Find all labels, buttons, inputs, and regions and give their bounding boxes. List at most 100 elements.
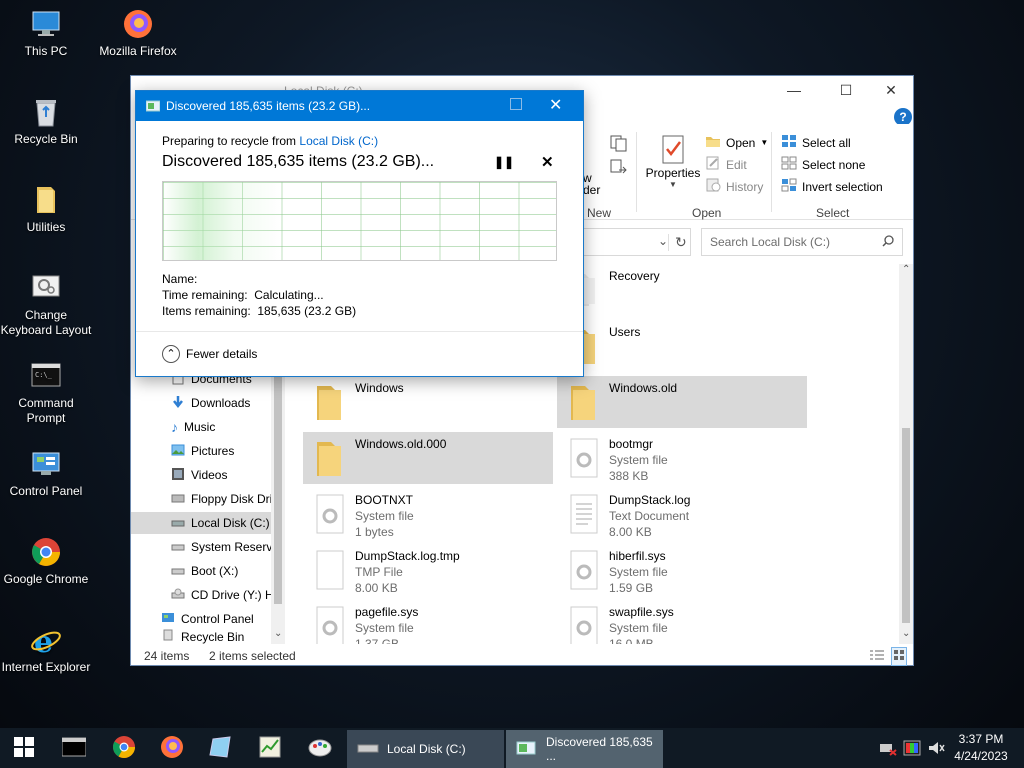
file-item-users[interactable]: Users [557, 320, 807, 372]
file-item-hiberfil-sys[interactable]: hiberfil.sys System file 1.59 GB [557, 544, 807, 596]
file-name: BOOTNXT [355, 493, 414, 507]
desktop-icon-google-chrome[interactable]: Google Chrome [0, 536, 92, 587]
desktop-icon-label: Mozilla Firefox [99, 44, 177, 58]
desktop-icon-label: Internet Explorer [1, 660, 91, 674]
source-link[interactable]: Local Disk (C:) [299, 134, 378, 148]
select-none-button[interactable]: Select none [781, 156, 865, 173]
desktop-icon-control-panel[interactable]: Control Panel [0, 448, 92, 499]
search-input[interactable]: Search Local Disk (C:) [701, 228, 903, 256]
taskbar-app-window[interactable] [196, 728, 244, 768]
taskbar-task-local-disk[interactable]: Local Disk (C:) [347, 730, 504, 768]
copy-to-icon[interactable] [609, 134, 629, 152]
desktop-icon-this-pc[interactable]: This PC [0, 8, 92, 59]
large-icons-view-icon[interactable] [891, 647, 907, 666]
maximize-button[interactable] [510, 98, 522, 110]
minimize-button[interactable]: — [771, 76, 817, 106]
desktop-icon-utilities[interactable]: Utilities [0, 184, 92, 235]
nav-item-label: Boot (X:) [191, 564, 239, 578]
nav-item-label: Control Panel [181, 612, 254, 626]
properties-button[interactable]: Properties ▼ [645, 134, 701, 189]
address-bar[interactable]: ⌄ ↻ [581, 228, 691, 256]
file-type: System file [355, 509, 414, 523]
ribbon-group-open: Open [692, 206, 722, 220]
file-item-bootnxt[interactable]: BOOTNXT System file 1 bytes [303, 488, 553, 540]
recycle-bin-icon [30, 96, 62, 128]
desktop-icon-firefox[interactable]: Mozilla Firefox [92, 8, 184, 59]
maximize-button[interactable]: ☐ [823, 76, 869, 106]
desktop-icon-command-prompt[interactable]: C:\_ Command Prompt [0, 360, 92, 426]
select-all-button[interactable]: Select all [781, 134, 851, 151]
internet-explorer-icon: e [30, 624, 62, 660]
new-folder-button[interactable]: w der [583, 172, 600, 196]
taskbar-task-recycle-progress[interactable]: Discovered 185,635 ... [506, 730, 663, 768]
file-item-dumpstack-log-tmp[interactable]: DumpStack.log.tmp TMP File 8.00 KB [303, 544, 553, 596]
file-item-windows-old[interactable]: Windows.old [557, 376, 807, 428]
taskbar-chrome[interactable] [100, 728, 148, 768]
dialog-titlebar[interactable]: Discovered 185,635 items (23.2 GB)... ✕ [136, 91, 583, 121]
nav-item-label: Pictures [191, 444, 235, 458]
nav-item-music[interactable]: ♪ Music [131, 416, 271, 438]
file-item-swapfile-sys[interactable]: swapfile.sys System file 16.0 MB [557, 600, 807, 644]
file-item-bootmgr[interactable]: bootmgr System file 388 KB [557, 432, 807, 484]
preparing-text: Preparing to recycle from [162, 134, 300, 148]
desktop-icon-internet-explorer[interactable]: e Internet Explorer [0, 624, 92, 675]
file-item-recovery[interactable]: Recovery [557, 264, 807, 316]
pause-button[interactable]: ❚❚ [494, 155, 514, 171]
taskbar-firefox[interactable] [148, 728, 196, 768]
desktop-icon-recycle-bin[interactable]: Recycle Bin [0, 96, 92, 147]
nav-item-cd-drive[interactable]: CD Drive (Y:) H [131, 584, 271, 606]
paint-icon [307, 735, 333, 762]
nav-scrollbar-thumb[interactable] [274, 354, 282, 604]
nav-item-downloads[interactable]: Downloads [131, 392, 271, 414]
file-name: Windows.old [609, 381, 678, 395]
network-status-icon[interactable] [876, 728, 900, 768]
nav-item-floppy-disk[interactable]: Floppy Disk Dri [131, 488, 271, 510]
nav-item-system-reserved[interactable]: System Reserve [131, 536, 271, 558]
ribbon-divider [771, 132, 772, 212]
file-scrollbar-thumb[interactable] [902, 428, 910, 623]
display-color-icon[interactable] [900, 728, 924, 768]
taskbar-command-prompt[interactable] [50, 728, 98, 768]
nav-item-pictures[interactable]: Pictures [131, 440, 271, 462]
file-name: bootmgr [609, 437, 654, 451]
nav-item-label: CD Drive (Y:) H [191, 588, 271, 602]
move-to-icon[interactable] [609, 158, 629, 176]
file-size: 16.0 MB [609, 637, 654, 644]
nav-item-local-disk[interactable]: Local Disk (C:) [131, 512, 271, 534]
file-name: Windows.old.000 [355, 437, 447, 451]
details-view-icon[interactable] [869, 648, 885, 665]
file-scrollbar[interactable]: ⌃ ⌄ [899, 264, 913, 644]
file-item-windows[interactable]: Windows [303, 376, 553, 428]
edit-button[interactable]: Edit [705, 156, 747, 173]
nav-item-recycle-bin[interactable]: Recycle Bin [131, 628, 271, 644]
close-button[interactable]: ✕ [868, 76, 914, 106]
select-all-icon [781, 134, 797, 151]
chevron-up-icon[interactable]: ⌃ [902, 264, 910, 275]
chevron-down-icon[interactable]: ⌄ [902, 628, 910, 639]
window-icon [208, 735, 232, 762]
nav-item-videos[interactable]: Videos [131, 464, 271, 486]
invert-selection-button[interactable]: Invert selection [781, 178, 883, 195]
fewer-details-button[interactable]: ⌃ Fewer details [162, 345, 257, 363]
file-item-dumpstack-log[interactable]: DumpStack.log Text Document 8.00 KB [557, 488, 807, 540]
open-button[interactable]: Open ▼ [705, 134, 768, 151]
system-clock[interactable]: 3:37 PM 4/24/2023 [942, 731, 1020, 765]
start-button[interactable] [0, 728, 48, 768]
refresh-icon[interactable]: ↻ [668, 234, 687, 251]
invert-selection-label: Invert selection [802, 179, 883, 194]
chevron-down-icon[interactable]: ⌄ [274, 628, 282, 639]
cancel-button[interactable]: ✕ [541, 153, 554, 171]
taskbar-task-manager[interactable] [246, 728, 294, 768]
nav-item-boot[interactable]: Boot (X:) [131, 560, 271, 582]
close-button[interactable]: ✕ [549, 95, 562, 115]
task-manager-icon [258, 735, 282, 762]
history-button[interactable]: History [705, 178, 763, 195]
chrome-icon [112, 735, 136, 762]
taskbar-paint[interactable] [296, 728, 344, 768]
nav-item-label: Local Disk (C:) [191, 516, 270, 530]
file-item-pagefile-sys[interactable]: pagefile.sys System file 1.37 GB [303, 600, 553, 644]
desktop-icon-change-keyboard-layout[interactable]: Change Keyboard Layout [0, 272, 92, 338]
nav-item-control-panel[interactable]: Control Panel [131, 608, 271, 630]
file-item-windows-old-000[interactable]: Windows.old.000 [303, 432, 553, 484]
search-icon [882, 235, 894, 250]
